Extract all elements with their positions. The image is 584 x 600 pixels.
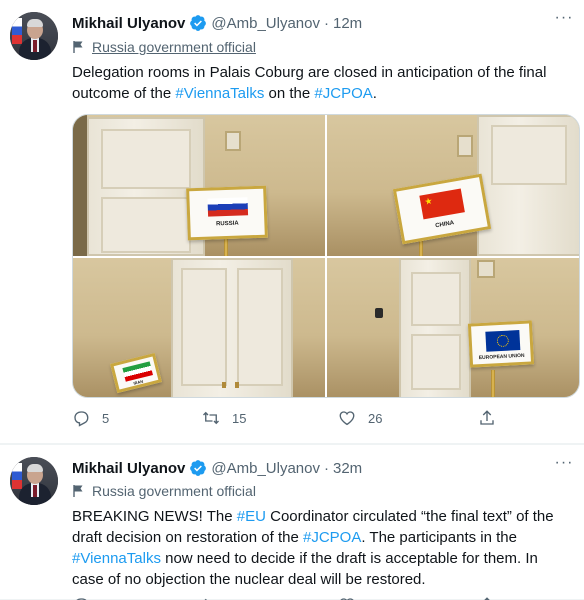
government-flag-icon — [73, 41, 83, 53]
sign-label: EUROPEAN UNION — [478, 352, 525, 362]
avatar[interactable] — [10, 457, 58, 505]
share-icon — [484, 597, 490, 600]
more-icon[interactable]: ··· — [554, 8, 574, 28]
retweet-button[interactable] — [202, 595, 232, 600]
government-label[interactable]: Russia government official — [72, 38, 256, 56]
tweet-text: Delegation rooms in Palais Coburg are cl… — [72, 62, 572, 104]
retweet-icon — [203, 411, 219, 425]
separator-dot: · — [323, 14, 329, 32]
government-label-text[interactable]: Russia government official — [92, 39, 256, 55]
hashtag-link[interactable]: #ViennaTalks — [175, 85, 264, 102]
like-icon — [339, 411, 355, 426]
author-name[interactable]: Mikhail Ulyanov — [72, 15, 185, 32]
reply-button[interactable]: 5 — [72, 408, 109, 428]
author-name[interactable]: Mikhail Ulyanov — [72, 460, 185, 477]
verified-badge-icon — [190, 460, 207, 476]
photo-russia-sign[interactable]: RUSSIA — [73, 115, 325, 256]
photo-iran-sign[interactable]: IRAN — [73, 258, 325, 397]
tweet-text: BREAKING NEWS! The #EU Coordinator circu… — [72, 506, 572, 590]
tweet-header: Mikhail Ulyanov @Amb_Ulyanov · 12m — [72, 13, 362, 33]
tweet[interactable]: Mikhail Ulyanov @Amb_Ulyanov · 12m ··· R… — [0, 0, 584, 444]
retweet-icon — [204, 598, 207, 600]
government-label[interactable]: Russia government official — [72, 482, 256, 500]
share-icon — [480, 410, 494, 425]
retweet-count: 15 — [232, 410, 247, 426]
verified-badge-icon — [190, 15, 207, 31]
reply-count: 5 — [102, 410, 110, 426]
tweet[interactable]: Mikhail Ulyanov @Amb_Ulyanov · 32m ··· R… — [0, 444, 584, 600]
reply-button[interactable] — [72, 595, 102, 600]
text-segment: . The participants in the — [361, 529, 517, 546]
author-handle[interactable]: @Amb_Ulyanov — [211, 15, 320, 32]
text-segment: BREAKING NEWS! The — [72, 508, 237, 525]
separator-dot: · — [323, 459, 329, 477]
reply-icon — [76, 598, 87, 600]
timestamp[interactable]: 12m — [333, 15, 362, 32]
like-count: 26 — [368, 410, 383, 426]
government-label-text[interactable]: Russia government official — [92, 483, 256, 499]
share-button[interactable] — [478, 595, 496, 600]
share-button[interactable] — [478, 408, 496, 428]
text-segment: on the — [264, 85, 315, 102]
sign-label: RUSSIA — [215, 220, 239, 228]
text-segment: . — [372, 85, 377, 102]
action-bar: 23 — [72, 595, 572, 600]
retweet-button[interactable]: 15 — [202, 408, 246, 428]
author-handle[interactable]: @Amb_Ulyanov — [211, 460, 320, 477]
hashtag-link[interactable]: #JCPOA — [314, 85, 372, 102]
like-button[interactable]: 23 — [338, 595, 382, 600]
photo-grid: RUSSIA ★ CHINA IRAN EUROPEAN UNION — [72, 114, 580, 398]
hashtag-link[interactable]: #EU — [237, 508, 266, 525]
tweet-header: Mikhail Ulyanov @Amb_Ulyanov · 32m — [72, 458, 362, 478]
government-flag-icon — [73, 485, 83, 497]
more-icon[interactable]: ··· — [554, 453, 574, 473]
action-bar: 5 15 26 — [72, 408, 572, 428]
like-button[interactable]: 26 — [338, 408, 382, 428]
like-icon — [340, 598, 354, 600]
photo-eu-sign[interactable]: EUROPEAN UNION — [327, 258, 579, 397]
timestamp[interactable]: 32m — [333, 460, 362, 477]
avatar[interactable] — [10, 12, 58, 60]
hashtag-link[interactable]: #ViennaTalks — [72, 550, 161, 567]
reply-icon — [74, 411, 89, 427]
photo-china-sign[interactable]: ★ CHINA — [327, 115, 579, 256]
hashtag-link[interactable]: #JCPOA — [303, 529, 361, 546]
